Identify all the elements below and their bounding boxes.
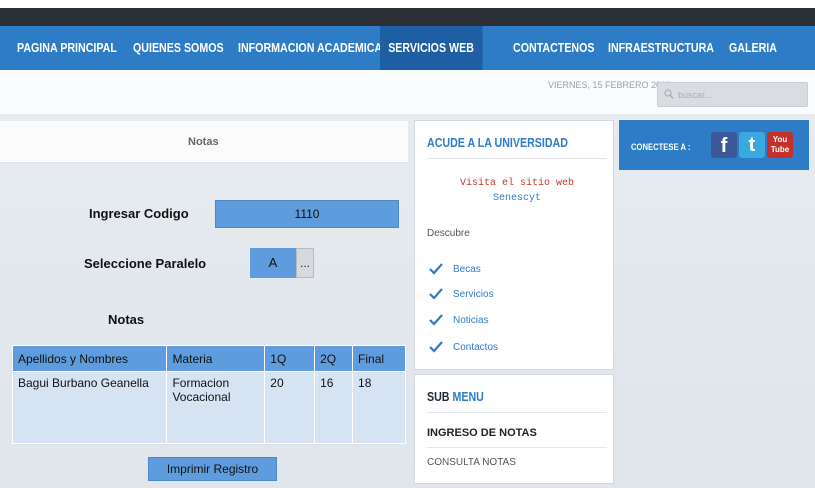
grades-table: Apellidos y Nombres Materia 1Q 2Q Final … (11, 345, 406, 444)
paralelo-select[interactable]: A ... (250, 248, 314, 278)
youtube-text-top: You (772, 135, 788, 144)
table-header-row: Apellidos y Nombres Materia 1Q 2Q Final (11, 345, 406, 372)
facebook-glyph: f (720, 135, 728, 157)
universidad-panel: ACUDE A LA UNIVERSIDAD Visita el sitio w… (414, 120, 614, 370)
check-icon (429, 314, 443, 326)
cell-materia: Formacion Vocacional (166, 371, 266, 444)
panel-divider (427, 447, 607, 448)
universidad-title: ACUDE A LA UNIVERSIDAD (427, 135, 568, 150)
check-icon (429, 288, 443, 300)
header-2q: 2Q (314, 345, 354, 372)
youtube-icon[interactable]: You Tube (767, 132, 793, 158)
page-title: Notas (188, 136, 219, 148)
paralelo-label: Seleccione Paralelo (84, 256, 207, 271)
search-placeholder: buscar... (678, 90, 713, 100)
cell-nombre: Bagui Burbano Geanella (11, 371, 168, 444)
submenu-title-b: MENU (452, 389, 484, 404)
check-icon (429, 341, 443, 353)
cell-2q: 16 (314, 371, 354, 444)
codigo-label: Ingresar Codigo (89, 206, 189, 221)
top-strip (0, 0, 815, 8)
submenu-ingreso-notas[interactable]: INGRESO DE NOTAS (427, 427, 537, 439)
link-becas-label: Becas (453, 264, 481, 275)
submenu-consulta-notas[interactable]: CONSULTA NOTAS (427, 457, 516, 468)
paralelo-value[interactable]: A (250, 248, 296, 278)
header-final: Final (352, 345, 406, 372)
notas-header: Notas (0, 121, 408, 163)
print-button[interactable]: Imprimir Registro (148, 457, 277, 481)
nav-servicios-web[interactable]: SERVICIOS WEB (380, 26, 483, 70)
top-dark-bar (0, 8, 815, 26)
visit-text: Visita el sitio web (459, 178, 575, 189)
twitter-icon[interactable]: t (739, 132, 765, 158)
submenu-title: SUB MENU (427, 389, 484, 404)
panel-divider (427, 412, 607, 413)
nav-quienes-somos[interactable]: QUIENES SOMOS (133, 26, 224, 70)
conectese-label: CONECTESE A : (631, 142, 691, 152)
codigo-input[interactable]: 1110 (215, 200, 399, 228)
search-icon (664, 89, 674, 99)
social-bar: CONECTESE A : f t You Tube (619, 120, 809, 170)
facebook-icon[interactable]: f (711, 132, 737, 158)
panel-divider (427, 158, 607, 159)
check-icon (429, 263, 443, 275)
link-servicios-label: Servicios (453, 289, 494, 300)
submenu-panel: SUB MENU INGRESO DE NOTAS CONSULTA NOTAS (414, 374, 614, 484)
twitter-glyph: t (748, 134, 756, 156)
cell-final: 18 (352, 371, 406, 444)
link-noticias-label: Noticias (453, 315, 489, 326)
nav-contactenos[interactable]: CONTACTENOS (513, 26, 595, 70)
cell-1q: 20 (264, 371, 316, 444)
header-materia: Materia (166, 345, 266, 372)
link-contactos-label: Contactos (453, 342, 499, 353)
table-row: Bagui Burbano Geanella Formacion Vocacio… (11, 371, 406, 444)
descubre-label: Descubre (427, 228, 470, 239)
nav-informacion-academica[interactable]: INFORMACION ACADEMICA (238, 26, 382, 70)
submenu-title-a: SUB (427, 389, 450, 404)
paralelo-browse-button[interactable]: ... (296, 248, 314, 278)
youtube-text-bottom: Tube (770, 145, 790, 154)
nav-infraestructura[interactable]: INFRAESTRUCTURA (608, 26, 714, 70)
nav-pagina-principal[interactable]: PAGINA PRINCIPAL (17, 26, 117, 70)
nav-galeria[interactable]: GALERIA (729, 26, 777, 70)
search-input[interactable]: buscar... (657, 82, 808, 107)
main-nav: PAGINA PRINCIPAL QUIENES SOMOS INFORMACI… (0, 26, 815, 70)
notas-label: Notas (108, 312, 145, 327)
current-date: VIERNES, 15 FEBRERO 2013 (548, 80, 672, 90)
header-apellidos: Apellidos y Nombres (11, 345, 168, 372)
senescyt-link[interactable]: Senescyt (415, 193, 619, 204)
header-1q: 1Q (264, 345, 316, 372)
